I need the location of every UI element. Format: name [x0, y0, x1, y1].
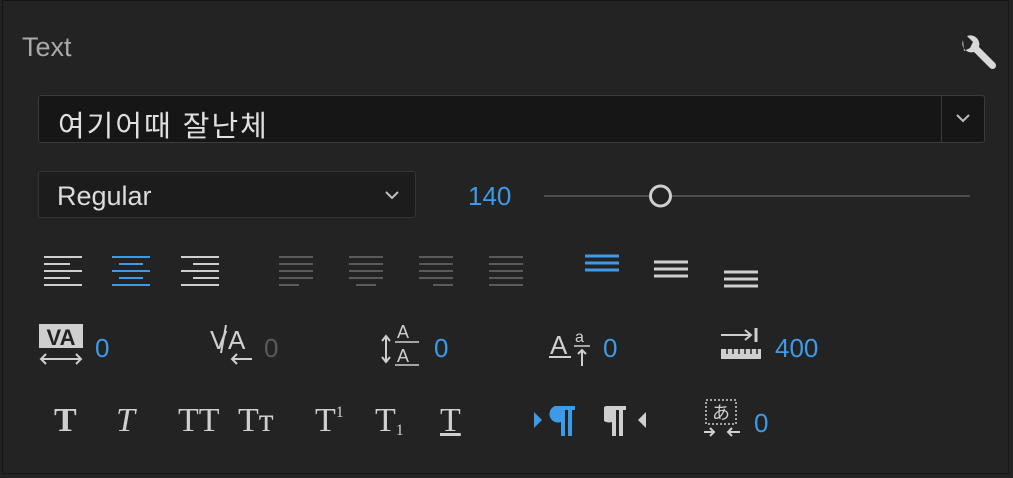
small-caps-button[interactable]: Tт [238, 402, 274, 440]
align-right-icon[interactable] [179, 254, 221, 290]
tsume-value[interactable]: 0 [754, 408, 768, 439]
align-middle-icon[interactable] [652, 258, 690, 282]
left-to-right-icon[interactable] [533, 404, 579, 438]
tab-width-icon [721, 328, 761, 359]
superscript-button[interactable]: T1 [315, 402, 344, 440]
baseline-shift-icon: A a [549, 329, 590, 366]
wrench-icon[interactable] [955, 32, 999, 76]
font-size-slider[interactable] [544, 181, 970, 211]
kerning-icon: VA [39, 324, 83, 365]
subscript-letter: T [375, 402, 396, 439]
tracking-icon: V A [210, 324, 252, 365]
justify-last-center-icon[interactable] [347, 254, 385, 290]
font-style-value: Regular [57, 181, 152, 211]
font-family-dropdown-button[interactable] [941, 96, 985, 142]
slider-thumb[interactable] [649, 184, 672, 208]
font-family-value: 여기어때 잘난체 [58, 111, 269, 143]
chevron-down-icon [385, 191, 399, 200]
panel-title: Text [22, 32, 72, 62]
svg-text:VA: VA [47, 325, 76, 350]
superscript-mark: 1 [335, 404, 344, 421]
subscript-button[interactable]: T1 [375, 402, 404, 440]
align-center-icon[interactable] [110, 254, 152, 290]
right-to-left-icon[interactable] [604, 404, 650, 438]
svg-text:A: A [228, 325, 246, 355]
justify-all-icon[interactable] [487, 254, 525, 290]
tab-width-value[interactable]: 400 [775, 333, 818, 364]
kerning-value[interactable]: 0 [95, 333, 109, 364]
subscript-mark: 1 [395, 422, 404, 439]
svg-text:A: A [397, 322, 409, 342]
bold-button[interactable]: T [54, 402, 77, 440]
justify-last-right-icon[interactable] [417, 254, 455, 290]
svg-text:A: A [550, 330, 568, 360]
justify-last-left-icon[interactable] [277, 254, 315, 290]
superscript-letter: T [315, 402, 336, 439]
align-bottom-icon[interactable] [722, 266, 760, 292]
italic-button[interactable]: T [116, 402, 135, 440]
svg-text:a: a [575, 329, 584, 346]
font-size-value[interactable]: 140 [468, 181, 511, 212]
all-caps-button[interactable]: TT [178, 402, 220, 440]
text-panel [2, 0, 1009, 474]
svg-text:あ: あ [712, 403, 730, 424]
baseline-shift-value[interactable]: 0 [603, 333, 617, 364]
leading-value[interactable]: 0 [434, 333, 448, 364]
chevron-down-icon [956, 114, 970, 123]
align-left-icon[interactable] [42, 254, 84, 290]
underline-button[interactable]: T [440, 402, 461, 440]
align-top-icon[interactable] [583, 252, 621, 276]
leading-icon: A A [381, 322, 419, 366]
tsume-icon: あ [704, 399, 740, 437]
svg-text:A: A [397, 346, 409, 366]
tracking-value[interactable]: 0 [264, 333, 278, 364]
